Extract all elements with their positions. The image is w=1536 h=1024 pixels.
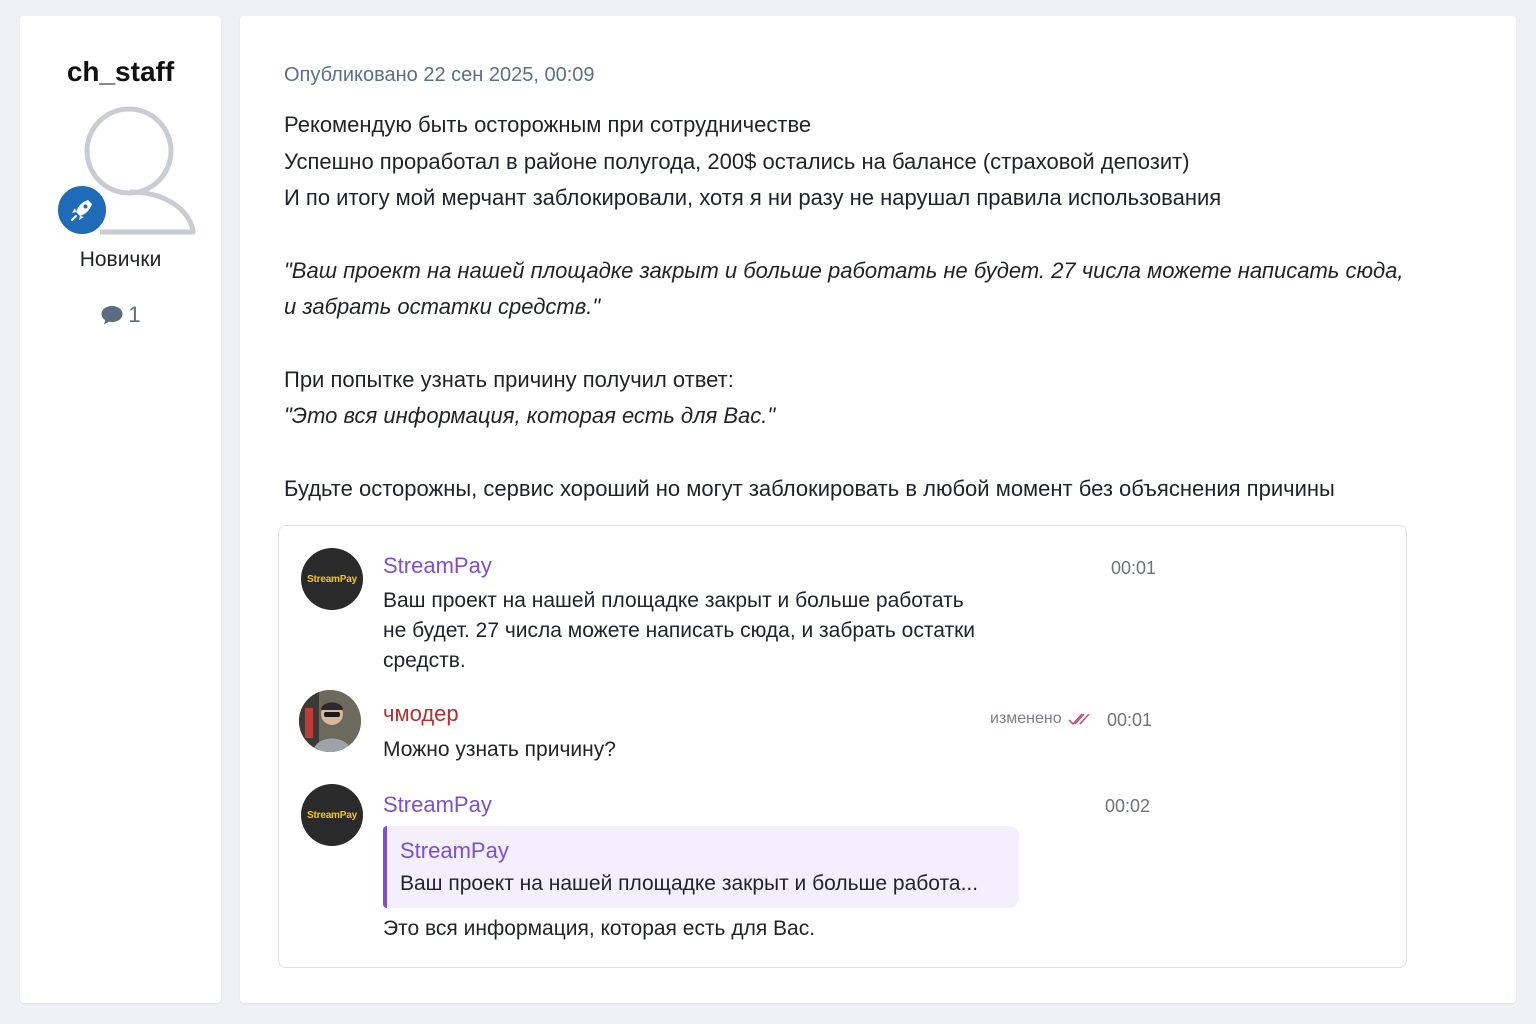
post-date[interactable]: Опубликовано 22 сен 2025, 00:09 xyxy=(284,64,595,87)
rank-badge xyxy=(56,184,108,236)
avatar[interactable] xyxy=(56,104,200,244)
edited-label: изменено xyxy=(990,710,1062,727)
message-time: 00:01 xyxy=(1111,558,1157,578)
user-photo-icon xyxy=(299,690,361,752)
double-check-icon xyxy=(1068,713,1090,726)
message-text: Ваш проект на нашей площадке закрыт и бо… xyxy=(383,586,975,676)
post-text-line: Будьте осторожны, сервис хороший но могу… xyxy=(284,475,1335,501)
streampay-logo-text: StreamPay xyxy=(307,809,357,821)
post-text-line: При попытке узнать причину получил ответ… xyxy=(284,366,734,392)
post-text-line: Рекомендую быть осторожным при сотруднич… xyxy=(284,112,812,137)
reply-text: Ваш проект на нашей площадке закрыт и бо… xyxy=(400,872,979,895)
streampay-avatar: StreamPay xyxy=(301,548,363,610)
streampay-avatar: StreamPay xyxy=(301,784,363,846)
message-text-line: не будет. 27 числа можете написать сюда,… xyxy=(383,619,975,642)
message-time: 00:02 xyxy=(1105,796,1151,816)
post-text-line: Успешно проработал в районе полугода, 20… xyxy=(284,148,1190,174)
author-username[interactable]: ch_staff xyxy=(20,56,221,88)
post-count[interactable]: 1 xyxy=(20,302,221,328)
post-text-line: И по итогу мой мерчант заблокировали, хо… xyxy=(284,185,1222,210)
edited-indicator: изменено xyxy=(990,710,1090,728)
message-text-line: Ваш проект на нашей площадке закрыт и бо… xyxy=(383,589,964,612)
post-quote-line: "Ваш проект на нашей площадке закрыт и б… xyxy=(284,257,1404,283)
message-author: StreamPay xyxy=(383,553,492,578)
post-body: Рекомендую быть осторожным при сотруднич… xyxy=(284,107,1424,507)
chat-screenshot[interactable]: StreamPay StreamPay 00:01 Ваш проект на … xyxy=(278,525,1407,968)
message-text: Можно узнать причину? xyxy=(383,738,616,761)
post-quote-line: "Это вся информация, которая есть для Ва… xyxy=(284,403,776,428)
message-author: чмодер xyxy=(383,701,459,726)
rocket-icon xyxy=(71,200,92,221)
user-group: Новички xyxy=(79,248,162,271)
post-count-value: 1 xyxy=(128,302,141,327)
comment-icon xyxy=(101,306,123,325)
message-text-line: средств. xyxy=(383,649,466,672)
reply-quote[interactable]: StreamPay Ваш проект на нашей площадке з… xyxy=(383,826,1019,908)
message-time: 00:01 xyxy=(1107,710,1153,730)
author-panel: ch_staff Новички 1 xyxy=(20,16,221,1003)
user-avatar xyxy=(299,690,361,752)
reply-author: StreamPay xyxy=(400,838,509,863)
message-text: Это вся информация, которая есть для Вас… xyxy=(383,917,816,940)
post-panel: Опубликовано 22 сен 2025, 00:09 Рекоменд… xyxy=(240,16,1516,1003)
streampay-logo-text: StreamPay xyxy=(307,573,357,585)
message-author: StreamPay xyxy=(383,792,492,817)
post-quote-line: и забрать остатки средств." xyxy=(284,294,601,319)
